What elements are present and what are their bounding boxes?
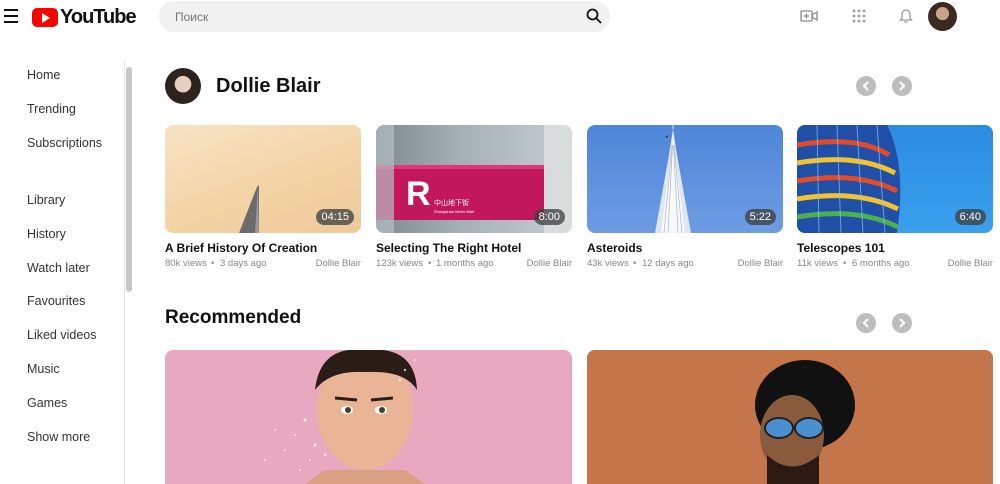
video-author[interactable]: Dollie Blair — [948, 258, 993, 269]
video-age: 6 months ago — [852, 258, 910, 269]
sidebar-item-show-more[interactable]: Show more — [27, 430, 90, 444]
meta-separator: • — [428, 258, 432, 269]
youtube-play-icon — [32, 8, 58, 27]
video-title[interactable]: Selecting The Right Hotel — [376, 241, 572, 255]
video-thumbnail[interactable]: 6:40 — [797, 125, 993, 233]
sidebar-item-home[interactable]: Home — [27, 68, 60, 82]
sidebar-item-liked-videos[interactable]: Liked videos — [27, 328, 97, 342]
video-thumbnail[interactable]: 04:15 — [165, 125, 361, 233]
video-views: 80k views — [165, 258, 207, 269]
search-bar — [159, 1, 610, 32]
channel-avatar[interactable] — [165, 68, 201, 104]
user-avatar[interactable] — [928, 2, 957, 31]
meta-separator: • — [843, 258, 847, 269]
video-views: 11k views — [797, 258, 839, 269]
video-duration: 5:22 — [744, 209, 776, 225]
sidebar-item-history[interactable]: History — [27, 227, 66, 241]
sidebar-scrollbar[interactable] — [126, 67, 132, 292]
chevron-right-icon — [899, 318, 906, 328]
logo-text: YouTube — [60, 6, 137, 28]
video-duration: 6:40 — [954, 209, 986, 225]
man-with-hat-image — [587, 350, 993, 484]
video-age: 1 months ago — [436, 258, 494, 269]
search-icon[interactable] — [586, 8, 602, 24]
video-card: 04:15 A Brief History Of Creation 80k vi… — [165, 125, 361, 270]
meta-separator: • — [633, 258, 637, 269]
recommended-video-thumbnail[interactable] — [165, 350, 572, 484]
video-views: 123k views — [376, 258, 423, 269]
man-with-glitter-image — [263, 350, 425, 484]
video-thumbnail[interactable]: 5:22 — [587, 125, 783, 233]
video-card: R 中山地下街 Zhongshan Metro Mall 8:00 Select… — [376, 125, 572, 270]
chevron-right-icon — [899, 81, 906, 91]
meta-separator: • — [211, 258, 215, 269]
sidebar: Home Trending Subscriptions Library Hist… — [0, 60, 125, 484]
video-meta: 11k views • 6 months ago Dollie Blair — [797, 258, 993, 270]
recommended-video-thumbnail[interactable] — [587, 350, 993, 484]
video-title[interactable]: Asteroids — [587, 241, 783, 255]
video-age: 3 days ago — [220, 258, 267, 269]
video-meta: 123k views • 1 months ago Dollie Blair — [376, 258, 572, 270]
video-author[interactable]: Dollie Blair — [738, 258, 783, 269]
create-video-icon[interactable] — [800, 8, 818, 24]
channel-prev-button[interactable] — [856, 76, 876, 96]
menu-icon[interactable] — [4, 9, 18, 23]
video-age: 12 days ago — [642, 258, 694, 269]
channel-next-button[interactable] — [892, 76, 912, 96]
video-title[interactable]: A Brief History Of Creation — [165, 241, 361, 255]
video-thumbnail[interactable]: R 中山地下街 Zhongshan Metro Mall 8:00 — [376, 125, 572, 233]
recommended-next-button[interactable] — [892, 313, 912, 333]
sidebar-item-subscriptions[interactable]: Subscriptions — [27, 136, 102, 150]
chevron-left-icon — [862, 318, 869, 328]
video-card: 6:40 Telescopes 101 11k views • 6 months… — [797, 125, 993, 270]
chevron-left-icon — [862, 81, 869, 91]
video-views: 43k views — [587, 258, 629, 269]
youtube-logo[interactable]: YouTube — [32, 6, 137, 29]
recommended-title: Recommended — [165, 307, 302, 328]
video-author[interactable]: Dollie Blair — [316, 258, 361, 269]
recommended-prev-button[interactable] — [856, 313, 876, 333]
svg-text:R: R — [406, 175, 431, 213]
channel-header: Dollie Blair — [165, 68, 320, 104]
video-author[interactable]: Dollie Blair — [527, 258, 572, 269]
video-duration: 04:15 — [316, 209, 354, 225]
video-meta: 43k views • 12 days ago Dollie Blair — [587, 258, 783, 270]
video-card: 5:22 Asteroids 43k views • 12 days ago D… — [587, 125, 783, 270]
video-title[interactable]: Telescopes 101 — [797, 241, 993, 255]
sidebar-item-watch-later[interactable]: Watch later — [27, 261, 90, 275]
video-duration: 8:00 — [533, 209, 565, 225]
sidebar-item-favourites[interactable]: Favourites — [27, 294, 85, 308]
sidebar-item-games[interactable]: Games — [27, 396, 67, 410]
sidebar-item-library[interactable]: Library — [27, 193, 65, 207]
sidebar-item-trending[interactable]: Trending — [27, 102, 76, 116]
top-header: YouTube — [0, 0, 1000, 34]
sign-text-english: Zhongshan Metro Mall — [434, 209, 474, 214]
sidebar-item-music[interactable]: Music — [27, 362, 60, 376]
apps-grid-icon[interactable] — [850, 8, 868, 24]
search-input[interactable] — [175, 8, 565, 26]
notifications-bell-icon[interactable] — [897, 8, 915, 24]
video-meta: 80k views • 3 days ago Dollie Blair — [165, 258, 361, 270]
sign-text-chinese: 中山地下街 — [434, 198, 469, 207]
channel-name[interactable]: Dollie Blair — [216, 75, 320, 98]
